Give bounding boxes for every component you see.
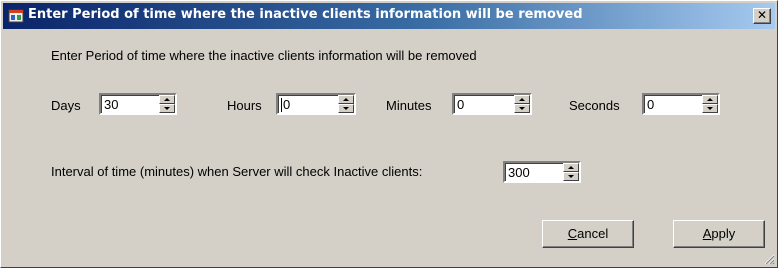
spin-down-arrow-icon[interactable] [514,104,530,113]
interval-label: Interval of time (minutes) when Server w… [51,164,423,179]
days-spinner[interactable]: 30 [99,93,177,115]
spin-up-arrow-icon[interactable] [702,95,718,104]
spin-down-arrow-icon[interactable] [338,104,354,113]
spin-down-arrow-icon[interactable] [159,104,175,113]
spin-up-arrow-icon[interactable] [563,163,579,172]
days-label: Days [51,98,81,113]
spin-up-arrow-icon[interactable] [338,95,354,104]
cancel-button[interactable]: Cancel [542,220,634,248]
hours-value[interactable]: 0 [283,97,290,112]
interval-spinner[interactable]: 300 [503,161,581,183]
close-icon[interactable]: ✕ [753,8,771,24]
seconds-value[interactable]: 0 [647,97,654,112]
interval-value[interactable]: 300 [508,165,530,180]
apply-label: pply [711,226,736,241]
seconds-label: Seconds [569,98,620,113]
minutes-value[interactable]: 0 [457,97,464,112]
text-cursor [281,98,282,112]
spin-up-arrow-icon[interactable] [514,95,530,104]
seconds-spinner[interactable]: 0 [642,93,720,115]
window-title: Enter Period of time where the inactive … [28,7,583,22]
cancel-label: ancel [577,226,609,241]
instruction-text: Enter Period of time where the inactive … [51,48,477,63]
cancel-mnemonic: C [567,226,578,241]
hours-label: Hours [227,98,262,113]
spin-down-arrow-icon[interactable] [563,172,579,181]
resize-grip-icon[interactable] [763,253,775,265]
minutes-spinner[interactable]: 0 [452,93,532,115]
spin-down-arrow-icon[interactable] [702,104,718,113]
spin-up-arrow-icon[interactable] [159,95,175,104]
dialog-window: Enter Period of time where the inactive … [0,0,778,268]
minutes-label: Minutes [386,98,432,113]
apply-button[interactable]: Apply [673,220,765,248]
days-value[interactable]: 30 [104,97,118,112]
title-bar[interactable]: Enter Period of time where the inactive … [3,3,775,29]
hours-spinner[interactable]: 0 [276,93,356,115]
app-window-icon[interactable] [8,8,24,24]
